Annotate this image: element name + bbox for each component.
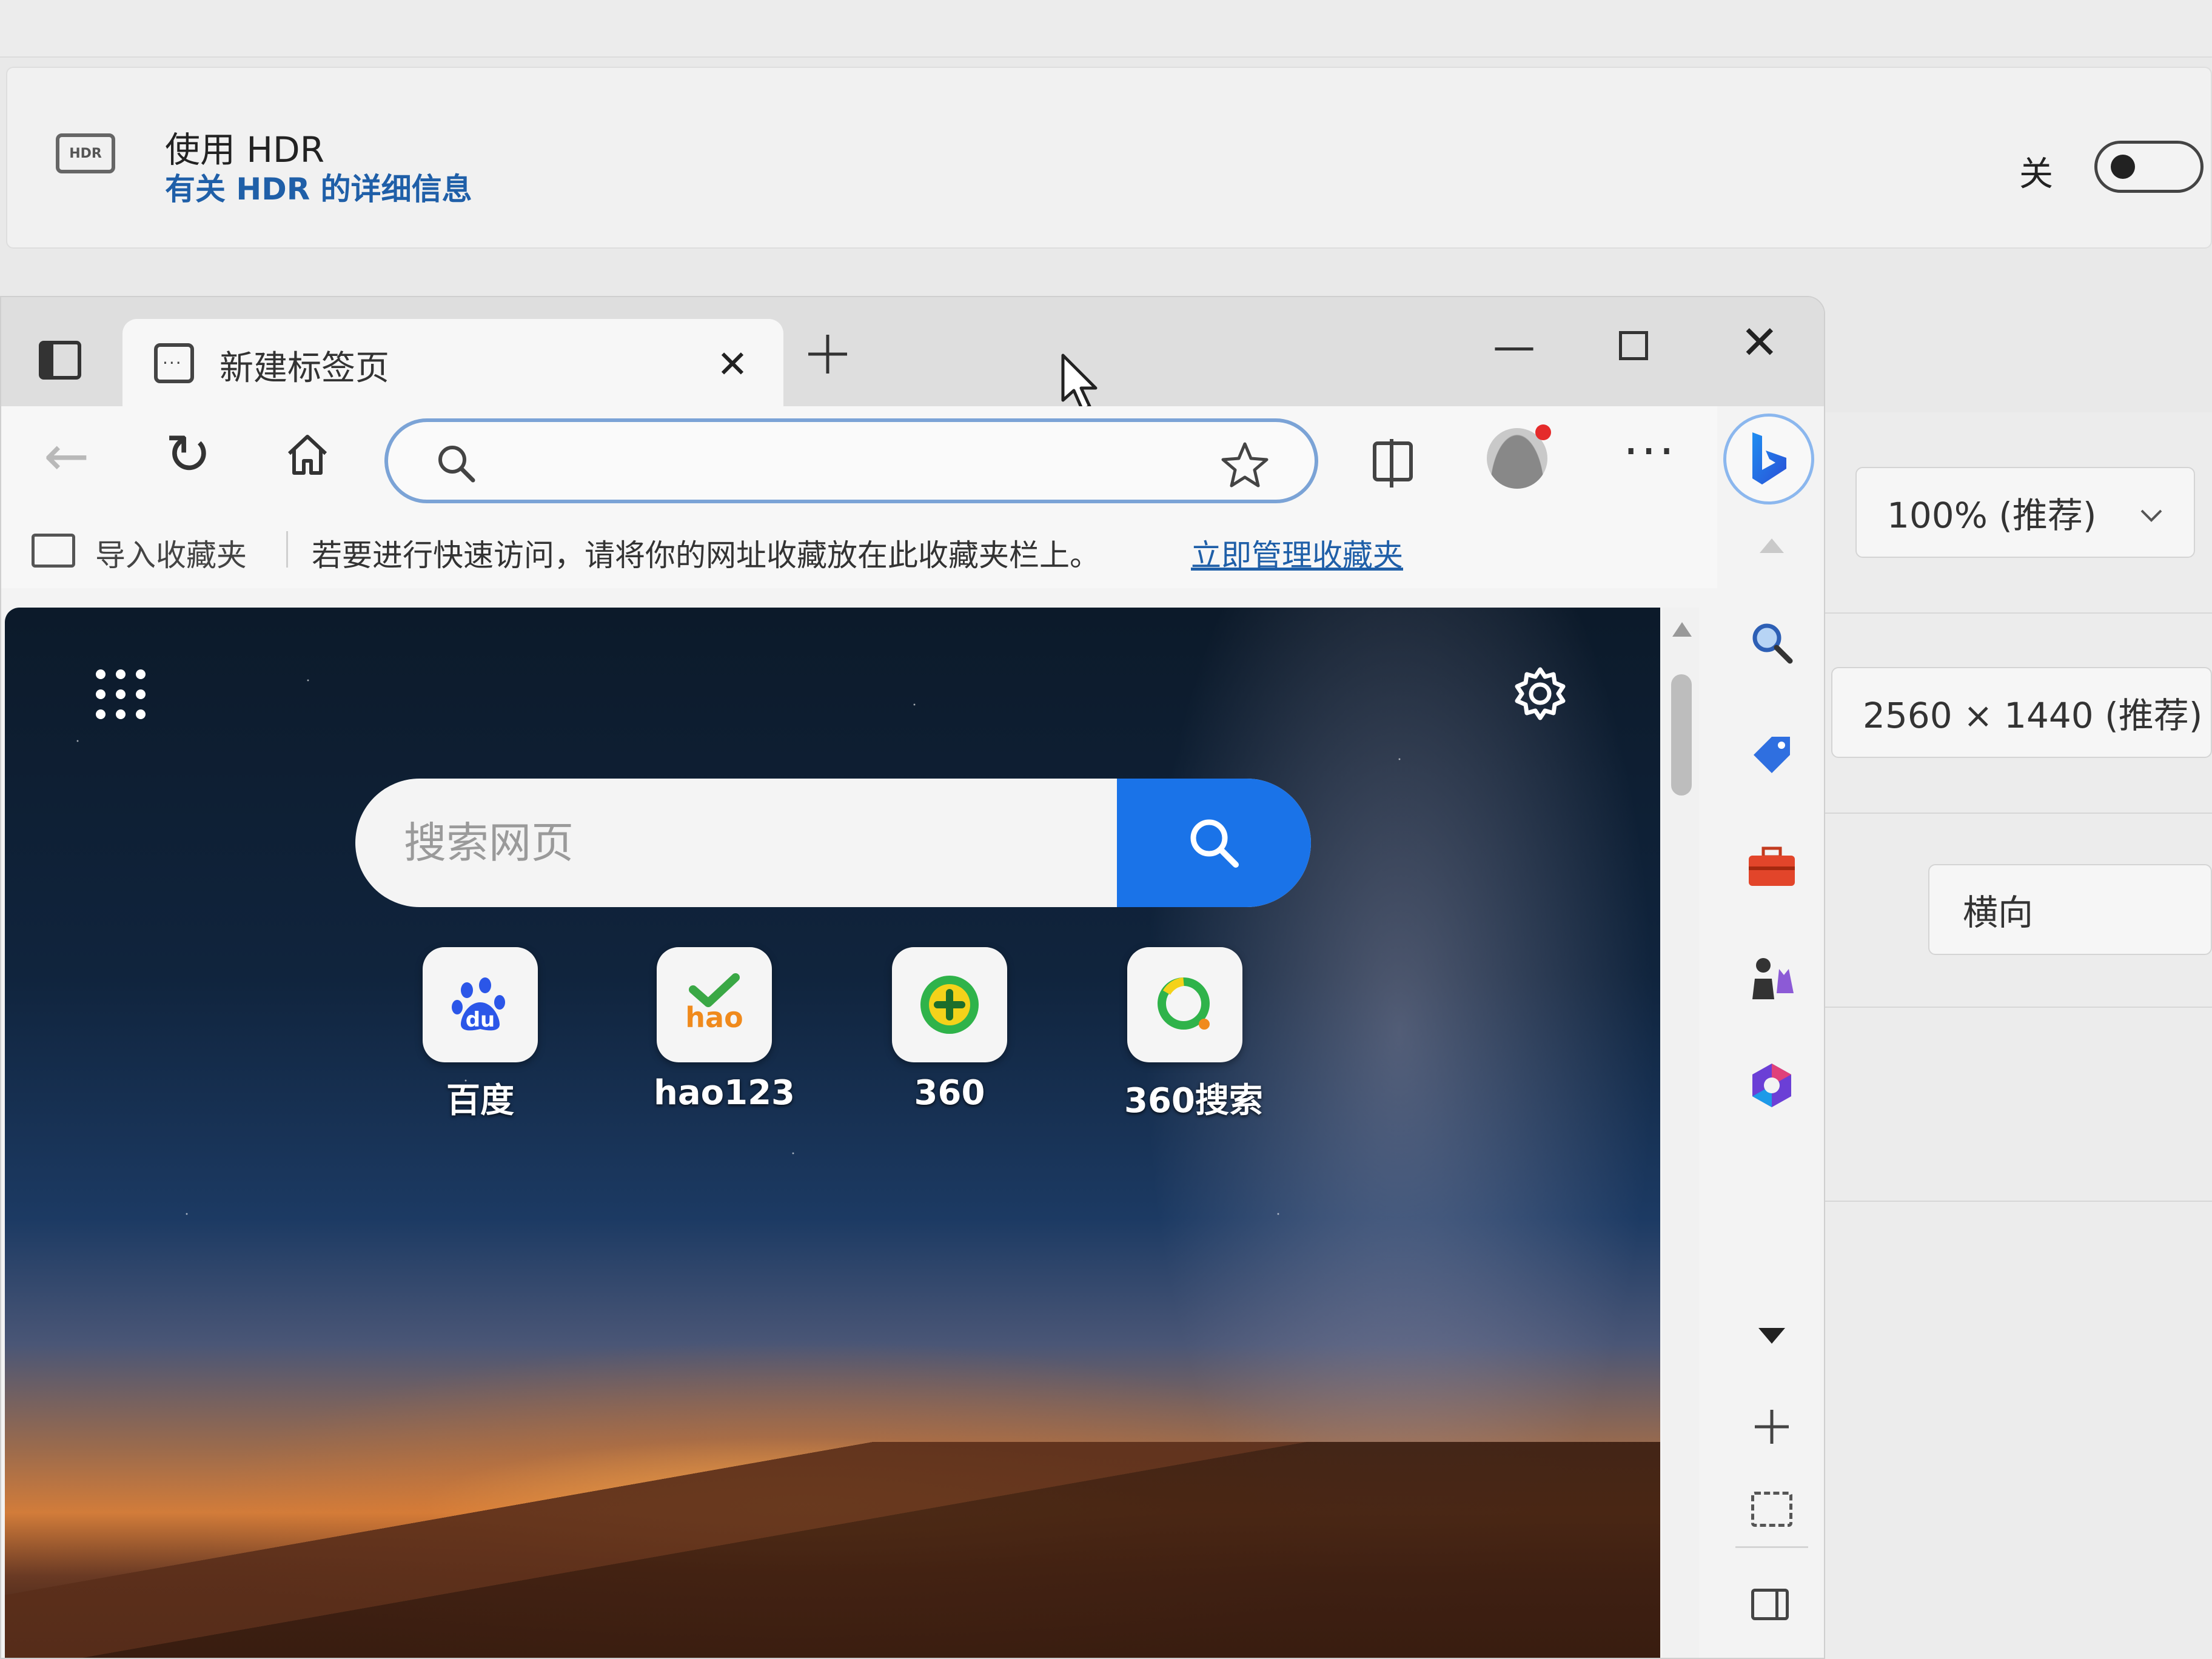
import-favorites-button[interactable]: 导入收藏夹: [95, 531, 247, 575]
profile-avatar[interactable]: [1487, 424, 1551, 489]
tab-title: 新建标签页: [220, 349, 389, 388]
split-screen-icon[interactable]: [1373, 439, 1413, 488]
tools-icon: [1749, 846, 1795, 886]
screenshot-icon[interactable]: [1751, 1492, 1792, 1527]
edge-browser-window: 新建标签页 ✕ — ✕ ← ↻: [0, 296, 1825, 1659]
sidebar-search[interactable]: [1741, 612, 1802, 673]
settings-row-divider: [1819, 1007, 2212, 1008]
page-scrollbar[interactable]: [1663, 608, 1699, 1658]
tab-close-button[interactable]: ✕: [717, 342, 748, 386]
toggle-knob: [2111, 155, 2135, 179]
maximize-button[interactable]: [1619, 331, 1648, 360]
scroll-up-arrow[interactable]: [1672, 622, 1692, 637]
quick-link-baidu[interactable]: du 百度: [420, 947, 541, 1122]
microsoft365-icon: [1752, 1064, 1791, 1107]
plus-icon: [1755, 1410, 1789, 1444]
baidu-icon: du: [423, 947, 538, 1062]
new-tab-page-icon: [154, 343, 194, 383]
tab-strip: 新建标签页 ✕ — ✕: [1, 297, 1824, 412]
new-tab-button[interactable]: [805, 326, 851, 387]
home-icon: [287, 435, 327, 475]
background-dunes: [5, 1442, 1660, 1658]
bing-icon: [1752, 432, 1786, 484]
360-search-icon: [1127, 947, 1242, 1062]
bing-chat-button[interactable]: [1723, 414, 1814, 504]
notification-dot: [1535, 424, 1551, 440]
search-icon: [1752, 623, 1793, 664]
shopping-tag-icon: [1754, 737, 1790, 773]
search-icon: [1190, 819, 1239, 868]
home-button[interactable]: [283, 431, 332, 481]
quick-link-hao123[interactable]: hao hao123: [654, 947, 796, 1113]
quick-link-label: 百度: [446, 1081, 514, 1121]
svg-text:du: du: [466, 1008, 495, 1032]
chevron-down-icon: [2139, 498, 2163, 529]
edge-sidebar: [1717, 406, 1824, 1658]
apps-grid-icon[interactable]: [93, 667, 148, 724]
orientation-value: 横向: [1963, 892, 2034, 933]
hao123-icon: hao: [657, 947, 772, 1062]
sidebar-shopping[interactable]: [1741, 725, 1802, 785]
quick-link-label: hao123: [654, 1073, 796, 1113]
quick-link-label: 360: [914, 1073, 985, 1113]
gear-icon[interactable]: [1510, 663, 1570, 726]
scale-value: 100% (推荐): [1887, 495, 2097, 536]
hdr-setting-card[interactable]: HDR 使用 HDR 有关 HDR 的详细信息 关: [6, 67, 2212, 249]
quick-link-360-search[interactable]: 360搜索: [1124, 947, 1263, 1122]
hdr-toggle[interactable]: [2094, 141, 2204, 193]
quick-link-label: 360搜索: [1124, 1081, 1263, 1121]
more-menu-button[interactable]: ···: [1623, 423, 1677, 480]
window-close-button[interactable]: ✕: [1740, 315, 1779, 369]
search-icon: [435, 443, 478, 488]
new-tab-page: du 百度 hao hao123: [5, 608, 1660, 1658]
settings-row-divider: [1819, 612, 2212, 614]
360-icon: [892, 947, 1007, 1062]
favorites-bar: 导入收藏夹 若要进行快速访问，请将你的网址收藏放在此收藏夹栏上。 立即管理收藏夹: [1, 509, 1717, 588]
resolution-value: 2560 × 1440 (推荐): [1863, 695, 2203, 736]
page-search-box: [355, 779, 1311, 907]
import-favorites-icon[interactable]: [32, 534, 75, 568]
settings-display-panel: [1819, 412, 2212, 1659]
sidebar-games[interactable]: [1741, 946, 1802, 1007]
favorite-star-icon[interactable]: [1219, 431, 1271, 503]
settings-row-divider: [1819, 813, 2212, 814]
sidebar-scroll-up[interactable]: [1760, 538, 1784, 553]
favorites-divider: [286, 531, 288, 568]
games-icon: [1752, 958, 1794, 999]
sidebar-microsoft365[interactable]: [1741, 1055, 1802, 1116]
address-bar[interactable]: [384, 418, 1318, 503]
svg-text:hao: hao: [685, 1001, 743, 1034]
page-search-button[interactable]: [1117, 779, 1311, 907]
refresh-button[interactable]: ↻: [165, 422, 212, 487]
tab-actions-menu-button[interactable]: [39, 341, 81, 380]
back-button[interactable]: ←: [44, 424, 89, 488]
page-search-input[interactable]: [355, 779, 1114, 907]
manage-favorites-link[interactable]: 立即管理收藏夹: [1191, 531, 1403, 575]
sidebar-tools[interactable]: [1741, 837, 1802, 897]
settings-row-divider: [1819, 1201, 2212, 1202]
hdr-details-link[interactable]: 有关 HDR 的详细信息: [165, 165, 472, 209]
favorites-hint: 若要进行快速访问，请将你的网址收藏放在此收藏夹栏上。: [312, 538, 1100, 573]
sidebar-divider: [1735, 1546, 1808, 1548]
hdr-icon: HDR: [56, 133, 115, 173]
settings-previous-row: [0, 0, 2212, 58]
resolution-dropdown[interactable]: 2560 × 1440 (推荐): [1831, 667, 2212, 758]
sidebar-panel-toggle-icon[interactable]: [1751, 1589, 1789, 1620]
tab-new-tab[interactable]: 新建标签页 ✕: [122, 319, 783, 406]
hdr-toggle-label: 关: [2019, 155, 2053, 194]
quick-link-360[interactable]: 360: [889, 947, 1010, 1113]
navigation-toolbar: ← ↻ ···: [1, 406, 1717, 509]
sidebar-add-button[interactable]: [1752, 1401, 1791, 1455]
orientation-dropdown[interactable]: 横向: [1928, 864, 2212, 955]
sidebar-scroll-down[interactable]: [1758, 1328, 1785, 1344]
scale-dropdown[interactable]: 100% (推荐): [1855, 467, 2195, 558]
minimize-button[interactable]: —: [1493, 321, 1535, 371]
scrollbar-thumb[interactable]: [1671, 674, 1692, 796]
plus-icon: [808, 335, 847, 374]
